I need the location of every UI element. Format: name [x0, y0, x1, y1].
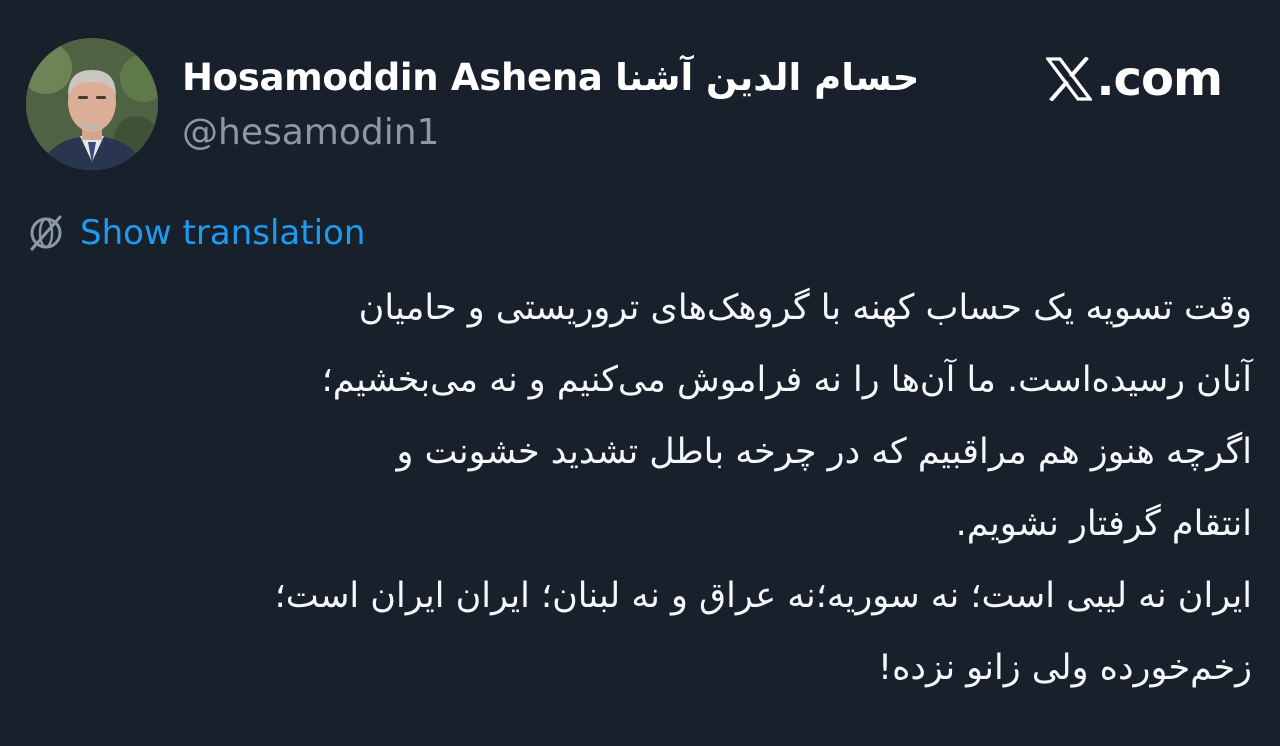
show-translation-button[interactable]: Show translation [26, 210, 365, 256]
tweet-line: اگرچه هنوز هم مراقبیم که در چرخه باطل تش… [396, 432, 1252, 472]
avatar[interactable] [26, 38, 158, 170]
globe-icon [26, 213, 66, 253]
tweet-line: زخم‌خورده ولی زانو نزده! [878, 648, 1252, 688]
x-brand-logo: .com [1046, 50, 1223, 108]
tweet-text: وقت تسویه یک حساب کهنه با گروهک‌های ترور… [40, 272, 1252, 704]
tweet-line: آنان رسیده‌است. ما آن‌ها را نه فراموش می… [321, 360, 1252, 400]
tweet-line: انتقام گرفتار نشویم. [955, 504, 1252, 544]
tweet-line: ایران نه لیبی است؛ نه سوریه؛نه عراق و نه… [274, 576, 1252, 616]
x-logo-icon [1046, 57, 1093, 101]
author-handle[interactable]: @hesamodin1 [182, 108, 439, 158]
avatar-photo [26, 38, 158, 170]
author-display-name[interactable]: Hosamoddin Ashena حسام الدین آشنا [182, 52, 920, 104]
tweet-line: وقت تسویه یک حساب کهنه با گروهک‌های ترور… [358, 288, 1252, 328]
show-translation-label[interactable]: Show translation [80, 210, 365, 256]
brand-domain-text: .com [1096, 51, 1223, 107]
